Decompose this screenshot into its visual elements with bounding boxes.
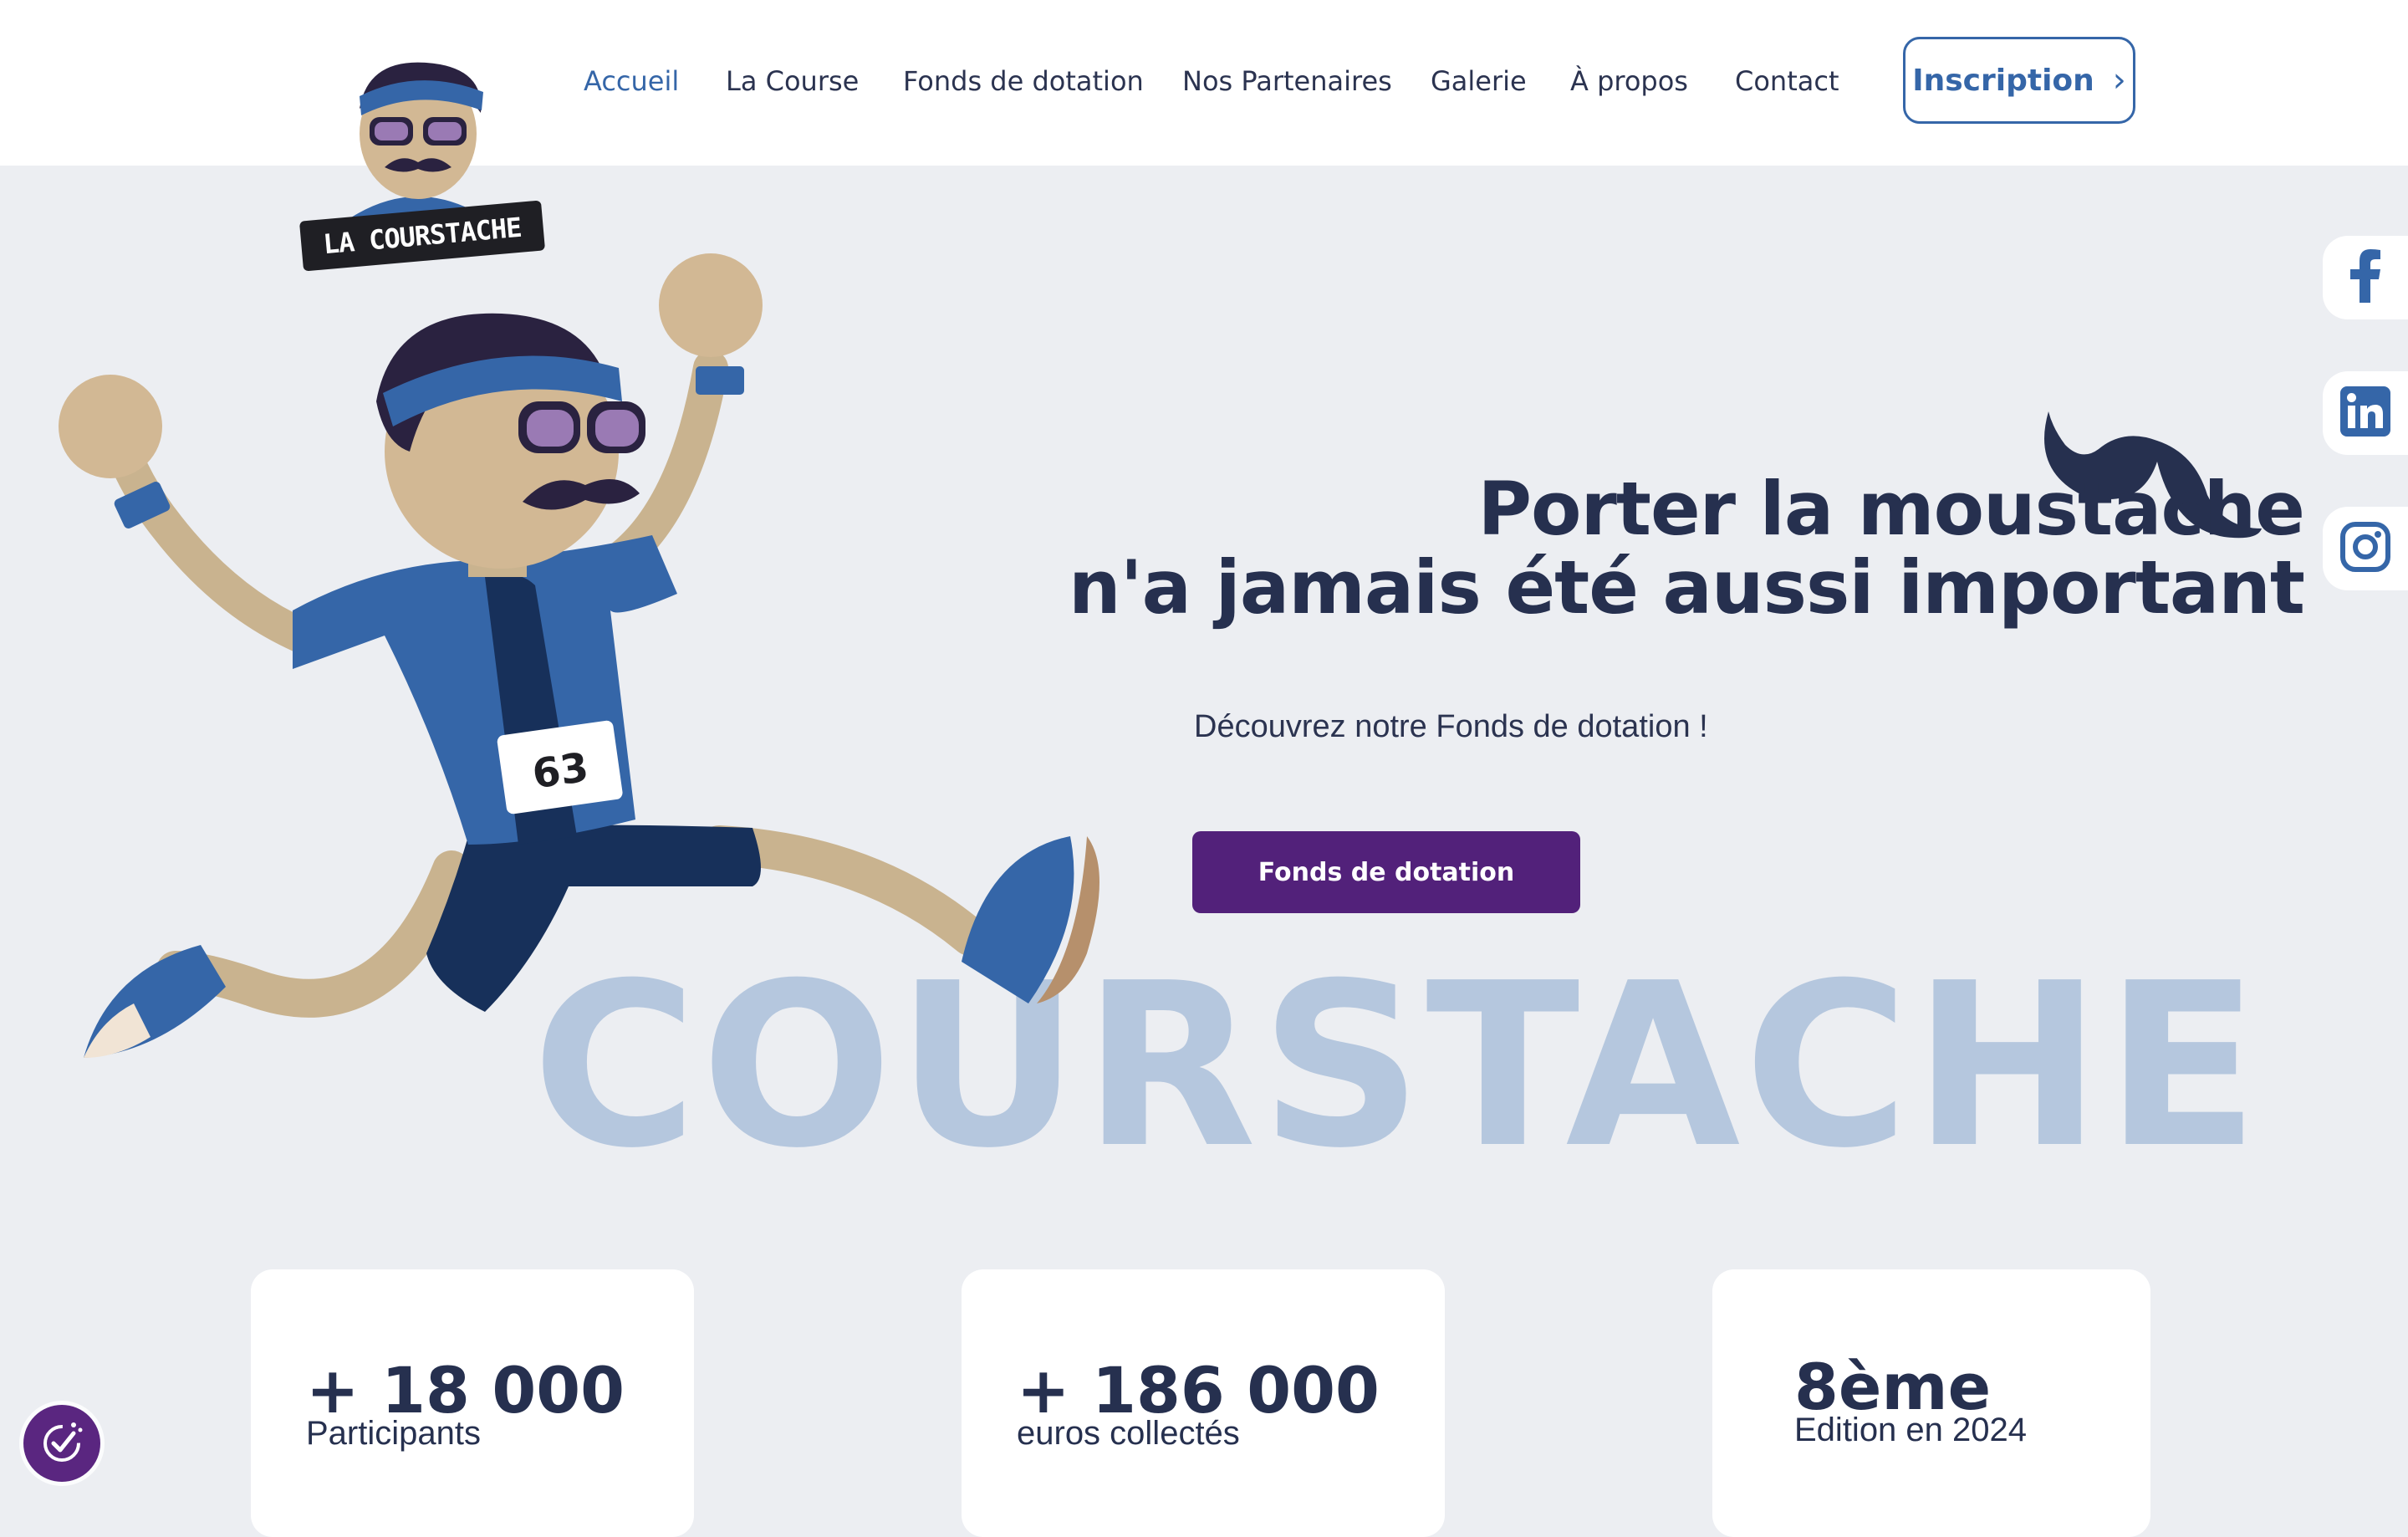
stat-label: Edition en 2024: [1794, 1412, 2028, 1448]
logo-text: LA COURSTACHE: [322, 211, 523, 261]
stat-card-participants: + 18 000 Participants: [251, 1269, 694, 1537]
stat-label: Participants: [306, 1415, 481, 1452]
site-logo[interactable]: LA COURSTACHE: [293, 50, 552, 276]
stat-card-edition: 8ème Edition en 2024: [1712, 1269, 2150, 1537]
nav-item-contact[interactable]: Contact: [1735, 65, 1839, 97]
stat-label: euros collectés: [1017, 1415, 1240, 1452]
instagram-icon: [2340, 522, 2390, 575]
hero-subtitle: Découvrez notre Fonds de dotation !: [1194, 709, 1708, 744]
runner-illustration: 63: [33, 234, 1137, 1087]
instagram-link[interactable]: [2323, 507, 2408, 590]
inscription-label: Inscription: [1912, 63, 2094, 98]
hero-title: Porter la moustache n'a jamais été aussi…: [1069, 466, 2305, 631]
nav-item-a-propos[interactable]: À propos: [1570, 65, 1688, 97]
nav-item-la-course[interactable]: La Course: [726, 65, 859, 97]
hero-title-line2: n'a jamais été aussi important: [1069, 544, 2305, 631]
facebook-icon: [2347, 249, 2384, 306]
stat-card-euros: + 186 000 euros collectés: [962, 1269, 1445, 1537]
nav-item-galerie[interactable]: Galerie: [1431, 65, 1527, 97]
cookie-consent-button[interactable]: [23, 1405, 100, 1482]
fonds-de-dotation-button[interactable]: Fonds de dotation: [1192, 831, 1580, 913]
linkedin-icon: [2340, 386, 2390, 440]
nav-item-accueil[interactable]: Accueil: [584, 65, 679, 97]
consent-check-icon: [37, 1417, 87, 1470]
facebook-link[interactable]: [2323, 236, 2408, 319]
nav-item-fonds-de-dotation[interactable]: Fonds de dotation: [903, 65, 1144, 97]
inscription-button[interactable]: Inscription ›: [1903, 37, 2135, 124]
linkedin-link[interactable]: [2323, 371, 2408, 455]
runner-bib-number: 63: [529, 744, 591, 799]
nav-item-nos-partenaires[interactable]: Nos Partenaires: [1182, 65, 1392, 97]
chevron-right-icon: ›: [2112, 61, 2126, 100]
hero-title-line1: Porter la moustache: [1477, 466, 2305, 552]
